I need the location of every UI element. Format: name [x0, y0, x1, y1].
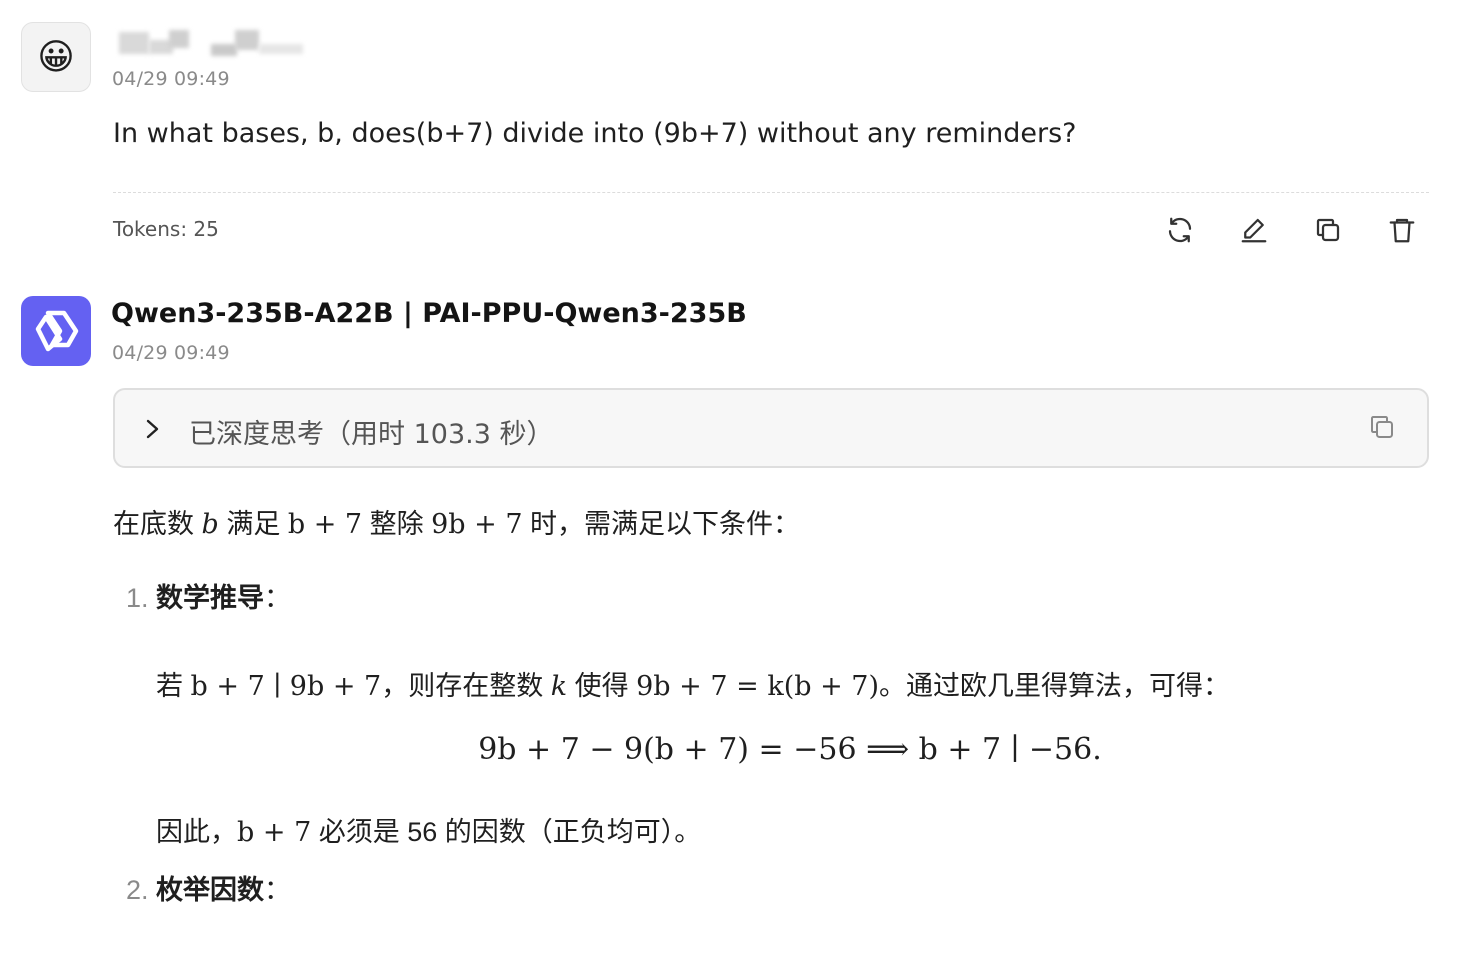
model-name: Qwen3-235B-A22B | PAI-PPU-Qwen3-235B — [111, 298, 747, 329]
qwen-logo-icon — [35, 310, 79, 352]
list-title: 数学推导 — [156, 583, 265, 613]
list-number: 1. — [126, 583, 149, 613]
math-inline: k — [550, 671, 568, 702]
derivation-text: 若 b + 7 ∣ 9b + 7，则存在整数 k 使得 9b + 7 = k(b… — [156, 671, 1231, 702]
math-inline: b + 7 — [287, 509, 363, 540]
regenerate-icon — [1168, 217, 1192, 243]
list-title: 枚举因数 — [156, 875, 265, 905]
list-number: 2. — [126, 875, 149, 905]
delete-icon — [1389, 218, 1415, 243]
username-redacted — [113, 28, 308, 58]
copy-thinking-button[interactable] — [1367, 412, 1397, 447]
list-colon: ： — [264, 583, 292, 613]
chevron-right-icon — [146, 419, 159, 439]
list-item: 2. 枚举因数： — [126, 868, 291, 907]
user-avatar: 😀 — [21, 22, 91, 92]
list-item: 1. 数学推导： — [126, 576, 291, 615]
thinking-toggle[interactable]: 已深度思考（用时 103.3 秒） — [113, 388, 1429, 468]
token-count: Tokens: 25 — [113, 217, 219, 241]
copy-button[interactable] — [1308, 210, 1348, 250]
delete-button[interactable] — [1382, 210, 1422, 250]
copy-icon — [1371, 416, 1393, 438]
edit-icon — [1241, 218, 1267, 243]
math-inline: 9b + 7 — [431, 509, 523, 540]
math-inline: b — [201, 509, 219, 540]
answer-intro: 在底数 b 满足 b + 7 整除 9b + 7 时，需满足以下条件： — [113, 509, 801, 540]
message-actions — [1160, 210, 1422, 250]
display-equation: 9b + 7 − 9(b + 7) = −56 ⟹ b + 7 ∣ −56. — [478, 732, 1102, 767]
thinking-label: 已深度思考（用时 103.3 秒） — [189, 419, 554, 450]
grinning-face-icon: 😀 — [37, 36, 75, 77]
conclusion-text: 因此，b + 7 必须是 56 的因数（正负均可）。 — [156, 817, 702, 848]
math-inline: b + 7 ∣ 9b + 7 — [190, 671, 382, 702]
assistant-avatar — [21, 296, 91, 366]
message-divider — [113, 192, 1429, 193]
edit-button[interactable] — [1234, 210, 1274, 250]
user-timestamp: 04/29 09:49 — [112, 68, 230, 90]
regenerate-button[interactable] — [1160, 210, 1200, 250]
copy-icon — [1316, 218, 1340, 242]
math-inline: 9b + 7 = k(b + 7) — [636, 671, 880, 702]
assistant-timestamp: 04/29 09:49 — [112, 342, 230, 364]
user-message-text: In what bases, b, does(b+7) divide into … — [113, 118, 1077, 149]
math-inline: b + 7 — [237, 817, 312, 848]
list-colon: ： — [264, 875, 292, 905]
